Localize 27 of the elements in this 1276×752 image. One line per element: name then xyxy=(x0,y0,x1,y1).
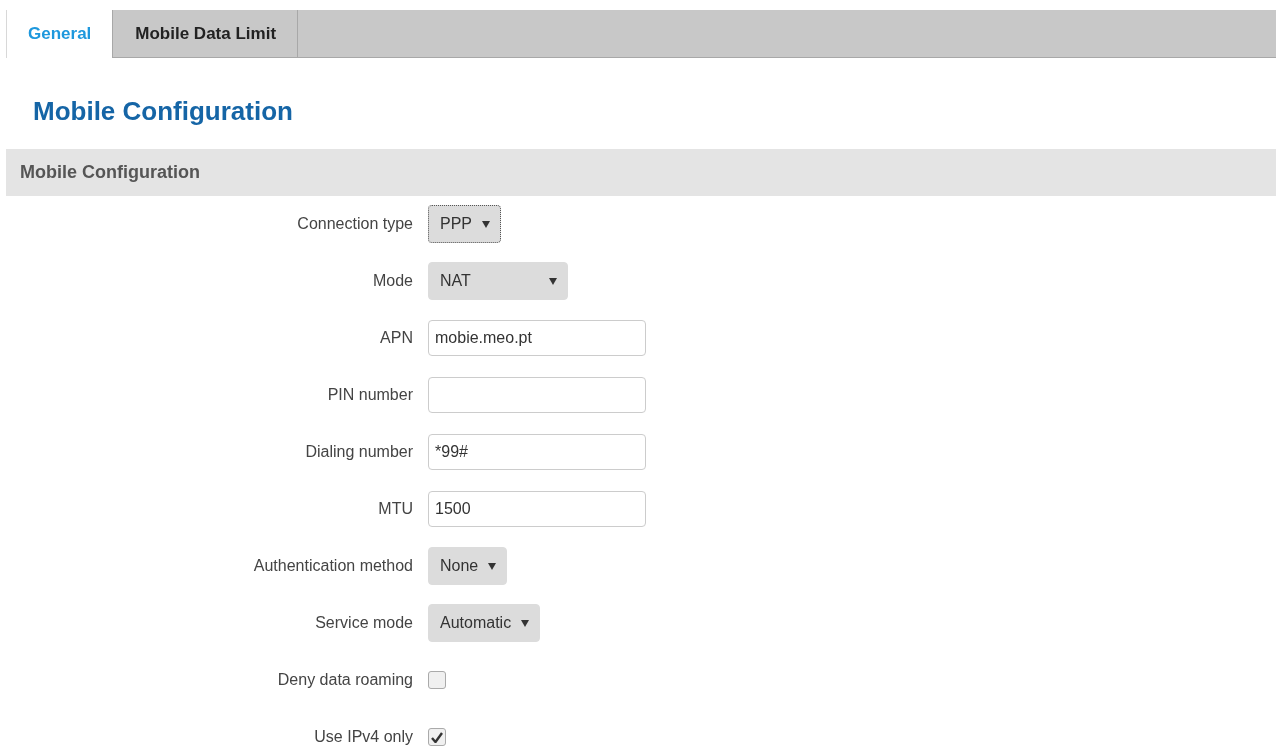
input-field[interactable] xyxy=(428,377,646,413)
field-label: Deny data roaming xyxy=(276,671,413,689)
dropdown[interactable]: PPP xyxy=(428,205,501,243)
field-label: Dialing number xyxy=(304,443,413,461)
field-label: MTU xyxy=(377,500,413,518)
caret-icon xyxy=(482,220,490,228)
field-label: Service mode xyxy=(314,614,413,632)
field-label: Use IPv4 only xyxy=(313,728,413,746)
field-label: APN xyxy=(379,329,413,347)
input-field[interactable]: 1500 xyxy=(428,491,646,527)
field-label: PIN number xyxy=(326,386,413,404)
check-icon xyxy=(431,731,443,743)
dropdown[interactable]: NAT xyxy=(428,262,568,300)
dropdown[interactable]: Automatic xyxy=(428,604,541,642)
field-label: Authentication method xyxy=(252,557,413,575)
caret-icon xyxy=(521,619,530,627)
input-field[interactable]: mobie.meo.pt xyxy=(428,320,646,356)
field-label: Connection type xyxy=(296,215,413,233)
dropdown[interactable]: None xyxy=(428,547,508,585)
section-title: Mobile Configuration xyxy=(20,162,200,183)
input-field[interactable]: *99# xyxy=(428,434,646,470)
field-label: Mode xyxy=(371,272,413,290)
page-title: Mobile Configuration xyxy=(33,96,294,128)
caret-icon xyxy=(549,277,557,285)
checkbox[interactable] xyxy=(428,671,446,689)
checkbox[interactable] xyxy=(428,728,446,746)
caret-icon xyxy=(488,562,497,570)
